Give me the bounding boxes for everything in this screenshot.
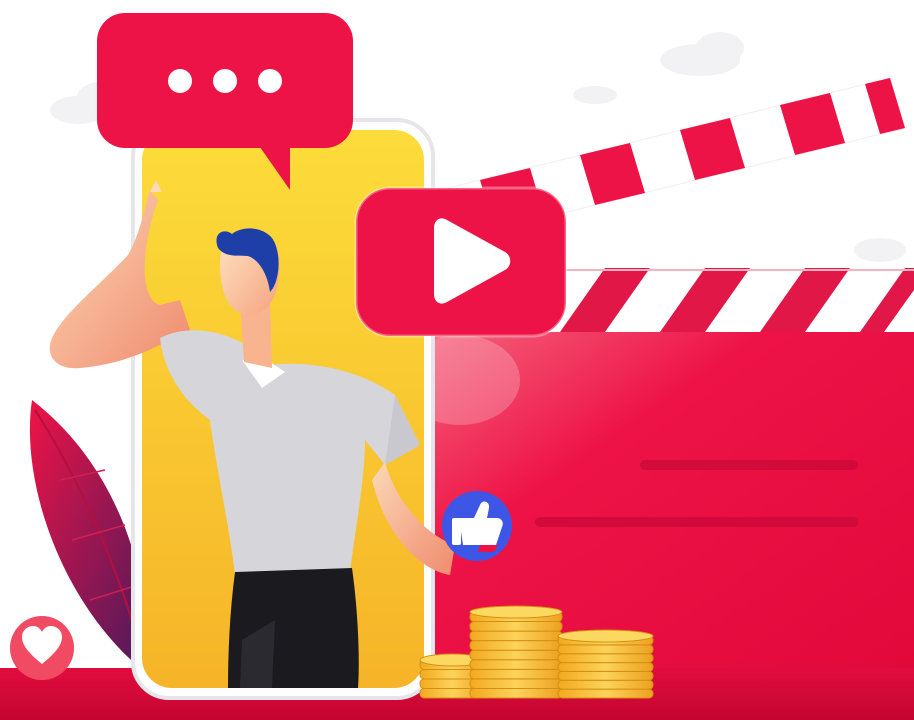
coin-top [557, 629, 654, 643]
thumbs-up-icon [442, 491, 512, 561]
typing-dot [168, 69, 192, 93]
board-line-long [535, 517, 858, 527]
play-icon [354, 186, 568, 338]
coin [557, 670, 654, 681]
coin [557, 688, 654, 699]
board-line-short [640, 460, 858, 470]
coin [469, 659, 563, 670]
coin [469, 668, 563, 680]
coin [557, 644, 654, 655]
coin [469, 678, 563, 689]
coin [557, 662, 654, 672]
coin [469, 640, 563, 651]
coin [469, 621, 563, 632]
heart-icon [10, 616, 74, 680]
coin [557, 679, 654, 690]
coin-top [469, 605, 563, 619]
coin [557, 653, 654, 664]
coin [469, 630, 563, 642]
typing-dot [258, 69, 282, 93]
illustration-scene [0, 13, 914, 720]
coin [469, 649, 563, 661]
typing-dot [213, 69, 237, 93]
coin [469, 687, 563, 699]
